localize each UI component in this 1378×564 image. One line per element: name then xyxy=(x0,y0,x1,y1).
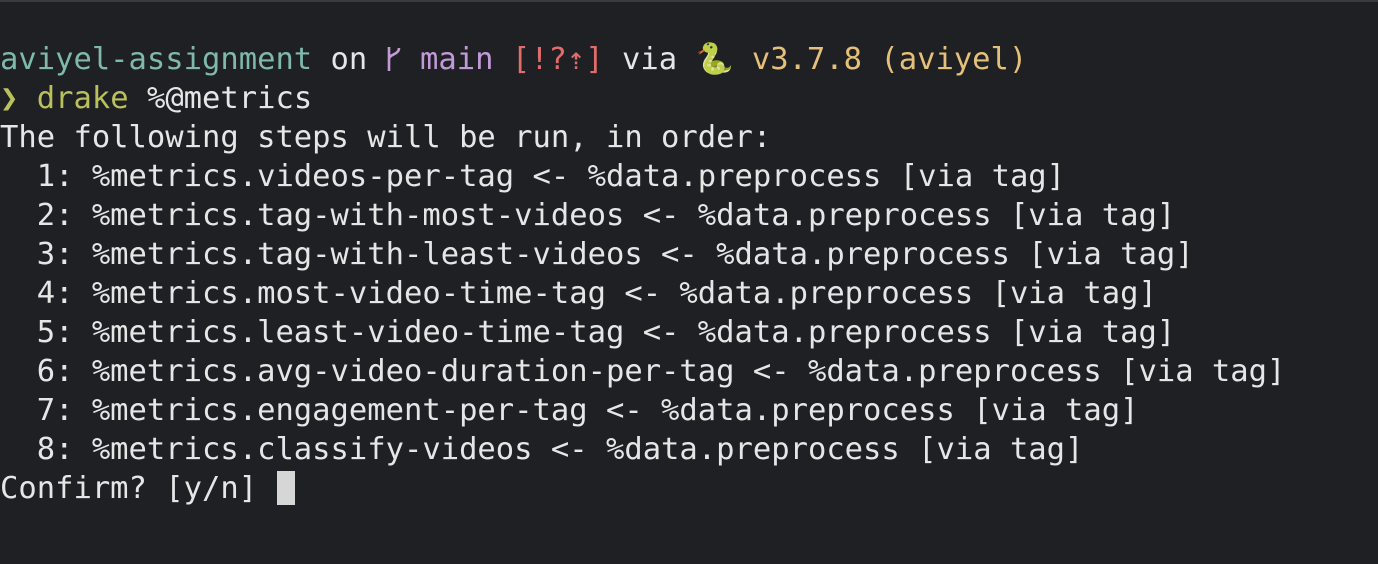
git-branch-name: main xyxy=(420,42,494,77)
step-line: 6: %metrics.avg-video-duration-per-tag <… xyxy=(0,354,1286,389)
step-line: 3: %metrics.tag-with-least-videos <- %da… xyxy=(0,237,1194,272)
prompt-line: aviyel-assignment on main [!?⇡] via 🐍 v3… xyxy=(0,40,1378,79)
via-word: via xyxy=(603,42,696,77)
python-version: v3.7.8 (aviyel) xyxy=(733,42,1028,77)
confirm-line[interactable]: Confirm? [y/n] xyxy=(0,469,1378,508)
confirm-prompt: Confirm? [y/n] xyxy=(0,471,276,506)
prompt-symbol: ❯ xyxy=(0,81,19,116)
step-line: 1: %metrics.videos-per-tag <- %data.prep… xyxy=(0,159,1066,194)
command-name: drake xyxy=(36,81,129,116)
git-status: [!?⇡] xyxy=(511,42,604,77)
terminal-window[interactable]: aviyel-assignment on main [!?⇡] via 🐍 v3… xyxy=(0,0,1378,564)
step-line: 5: %metrics.least-video-time-tag <- %dat… xyxy=(0,315,1176,350)
step-line: 8: %metrics.classify-videos <- %data.pre… xyxy=(0,432,1084,467)
step-line: 4: %metrics.most-video-time-tag <- %data… xyxy=(0,276,1157,311)
text-cursor[interactable] xyxy=(277,470,296,505)
command-args: %@metrics xyxy=(146,81,313,116)
directory-name: aviyel-assignment xyxy=(0,42,313,77)
on-word: on xyxy=(312,42,386,77)
command-line: ❯ drake %@metrics xyxy=(0,79,1378,118)
python-icon: 🐍 xyxy=(695,42,734,77)
git-branch-icon xyxy=(386,42,420,77)
step-line: 7: %metrics.engagement-per-tag <- %data.… xyxy=(0,393,1139,428)
output-header: The following steps will be run, in orde… xyxy=(0,120,772,155)
step-line: 2: %metrics.tag-with-most-videos <- %dat… xyxy=(0,198,1176,233)
